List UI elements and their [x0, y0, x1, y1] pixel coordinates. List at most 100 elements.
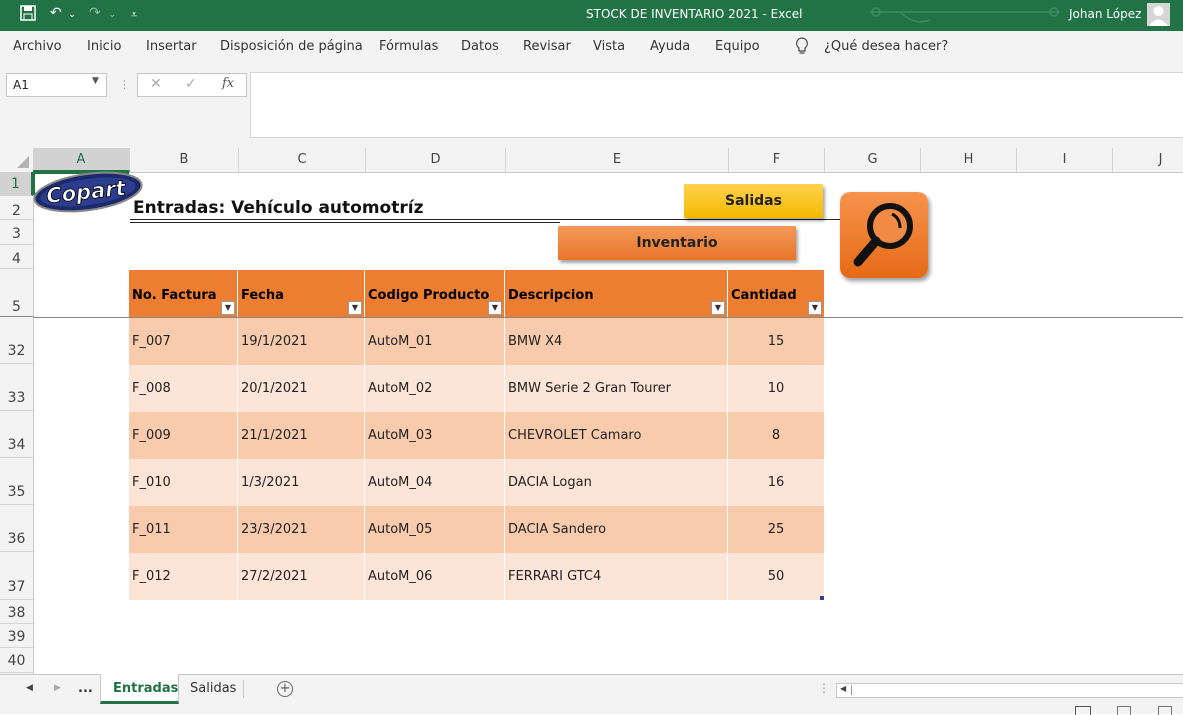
customize-qat-icon[interactable]: ⩡ [131, 8, 137, 22]
cell-codigo[interactable]: AutoM_01 [365, 318, 505, 365]
col-header-b[interactable]: B [130, 148, 239, 172]
undo-icon[interactable]: ↶ [50, 5, 62, 21]
col-header-a[interactable]: A [33, 148, 130, 172]
undo-dropdown-icon[interactable]: ⌄ [68, 9, 76, 20]
scroll-right-icon[interactable]: ▶ [54, 683, 61, 693]
cell-cantidad[interactable]: 8 [728, 412, 824, 459]
filter-dropdown-icon[interactable]: ▼ [711, 301, 725, 315]
cell-fecha[interactable]: 1/3/2021 [238, 459, 365, 506]
col-header-h[interactable]: H [921, 148, 1017, 172]
row-header-37[interactable]: 37 [0, 552, 33, 600]
inventario-button[interactable]: Inventario [558, 226, 796, 260]
col-header-j[interactable]: J [1113, 148, 1183, 172]
cell-factura[interactable]: F_009 [129, 412, 238, 459]
cell-fecha[interactable]: 27/2/2021 [238, 553, 365, 600]
row-header-33[interactable]: 33 [0, 364, 33, 411]
cell-factura[interactable]: F_012 [129, 553, 238, 600]
cell-factura[interactable]: F_008 [129, 365, 238, 412]
cell-cantidad[interactable]: 10 [728, 365, 824, 412]
tab-archivo[interactable]: Archivo [13, 39, 62, 54]
formula-input[interactable] [250, 72, 1183, 138]
filter-dropdown-icon[interactable]: ▼ [348, 301, 362, 315]
row-header-36[interactable]: 36 [0, 505, 33, 552]
row-header-40[interactable]: 40 [0, 648, 33, 673]
filter-dropdown-icon[interactable]: ▼ [808, 301, 822, 315]
save-icon[interactable] [20, 5, 36, 25]
tab-disposicion[interactable]: Disposición de página [220, 39, 363, 54]
salidas-button[interactable]: Salidas [684, 184, 823, 218]
more-sheets[interactable]: ... [78, 681, 93, 696]
confirm-icon[interactable]: ✓ [185, 76, 197, 92]
row-header-2[interactable]: 2 [0, 196, 33, 220]
cell-factura[interactable]: F_010 [129, 459, 238, 506]
cell-descripcion[interactable]: DACIA Sandero [505, 506, 728, 553]
cell-fecha[interactable]: 20/1/2021 [238, 365, 365, 412]
cell-codigo[interactable]: AutoM_02 [365, 365, 505, 412]
name-box[interactable]: A1 ▼ [6, 73, 107, 97]
cell-codigo[interactable]: AutoM_03 [365, 412, 505, 459]
cell-cantidad[interactable]: 15 [728, 318, 824, 365]
cell-codigo[interactable]: AutoM_06 [365, 553, 505, 600]
cell-descripcion[interactable]: DACIA Logan [505, 459, 728, 506]
function-icon[interactable]: fx [222, 76, 234, 91]
row-header-1[interactable]: 1 [0, 172, 33, 196]
scrollbar-thumb[interactable] [851, 685, 1182, 695]
chevron-down-icon[interactable]: ▼ [92, 76, 99, 86]
tab-ayuda[interactable]: Ayuda [650, 39, 690, 54]
redo-dropdown-icon[interactable]: ⌄ [108, 9, 116, 20]
tab-inicio[interactable]: Inicio [87, 39, 121, 54]
row-header-4[interactable]: 4 [0, 245, 33, 269]
row-header-39[interactable]: 39 [0, 624, 33, 648]
user-name[interactable]: Johan López [1069, 7, 1141, 21]
cell-factura[interactable]: F_011 [129, 506, 238, 553]
cell-cantidad[interactable]: 16 [728, 459, 824, 506]
cell-fecha[interactable]: 19/1/2021 [238, 318, 365, 365]
table-resize-handle[interactable] [820, 596, 824, 600]
col-header-f[interactable]: F [729, 148, 825, 172]
row-header-32[interactable]: 32 [0, 317, 33, 364]
cell-fecha[interactable]: 23/3/2021 [238, 506, 365, 553]
scroll-left-arrow-icon[interactable]: ◀ [840, 684, 846, 693]
cell-descripcion[interactable]: BMW Serie 2 Gran Tourer [505, 365, 728, 412]
col-header-g[interactable]: G [825, 148, 921, 172]
sheet-tab-salidas[interactable]: Salidas [190, 681, 236, 696]
row-header-3[interactable]: 3 [0, 220, 33, 245]
cell-fecha[interactable]: 21/1/2021 [238, 412, 365, 459]
cell-descripcion[interactable]: FERRARI GTC4 [505, 553, 728, 600]
cell-factura[interactable]: F_007 [129, 318, 238, 365]
redo-icon[interactable]: ↷ [89, 5, 101, 21]
col-header-e[interactable]: E [506, 148, 729, 172]
sheet-tab-entradas[interactable]: Entradas [100, 674, 179, 704]
row-header-38[interactable]: 38 [0, 600, 33, 624]
cell-cantidad[interactable]: 25 [728, 506, 824, 553]
add-sheet-icon[interactable]: + [277, 681, 293, 697]
tab-revisar[interactable]: Revisar [523, 39, 571, 54]
tab-equipo[interactable]: Equipo [715, 39, 760, 54]
cancel-icon[interactable]: ✕ [150, 76, 162, 92]
tab-insertar[interactable]: Insertar [146, 39, 197, 54]
tab-datos[interactable]: Datos [461, 39, 499, 54]
select-all-corner[interactable] [0, 148, 34, 172]
filter-dropdown-icon[interactable]: ▼ [221, 301, 235, 315]
cell-codigo[interactable]: AutoM_05 [365, 506, 505, 553]
row-header-5[interactable]: 5 [0, 269, 33, 317]
col-header-i[interactable]: I [1017, 148, 1113, 172]
copart-logo[interactable]: Copart [32, 171, 144, 213]
cell-descripcion[interactable]: CHEVROLET Camaro [505, 412, 728, 459]
cell-codigo[interactable]: AutoM_04 [365, 459, 505, 506]
tab-divider [243, 680, 244, 698]
col-header-c[interactable]: C [239, 148, 366, 172]
cell-cantidad[interactable]: 50 [728, 553, 824, 600]
horizontal-scrollbar[interactable]: ◀ [836, 683, 1183, 698]
avatar[interactable] [1147, 3, 1170, 26]
tab-vista[interactable]: Vista [593, 39, 625, 54]
cell-descripcion[interactable]: BMW X4 [505, 318, 728, 365]
search-button[interactable] [840, 192, 928, 278]
row-header-35[interactable]: 35 [0, 458, 33, 505]
col-header-d[interactable]: D [366, 148, 506, 172]
tab-formulas[interactable]: Fórmulas [379, 39, 438, 54]
filter-dropdown-icon[interactable]: ▼ [488, 301, 502, 315]
tell-me-search[interactable]: ¿Qué desea hacer? [824, 39, 948, 54]
scroll-left-icon[interactable]: ◀ [26, 683, 33, 693]
row-header-34[interactable]: 34 [0, 411, 33, 458]
